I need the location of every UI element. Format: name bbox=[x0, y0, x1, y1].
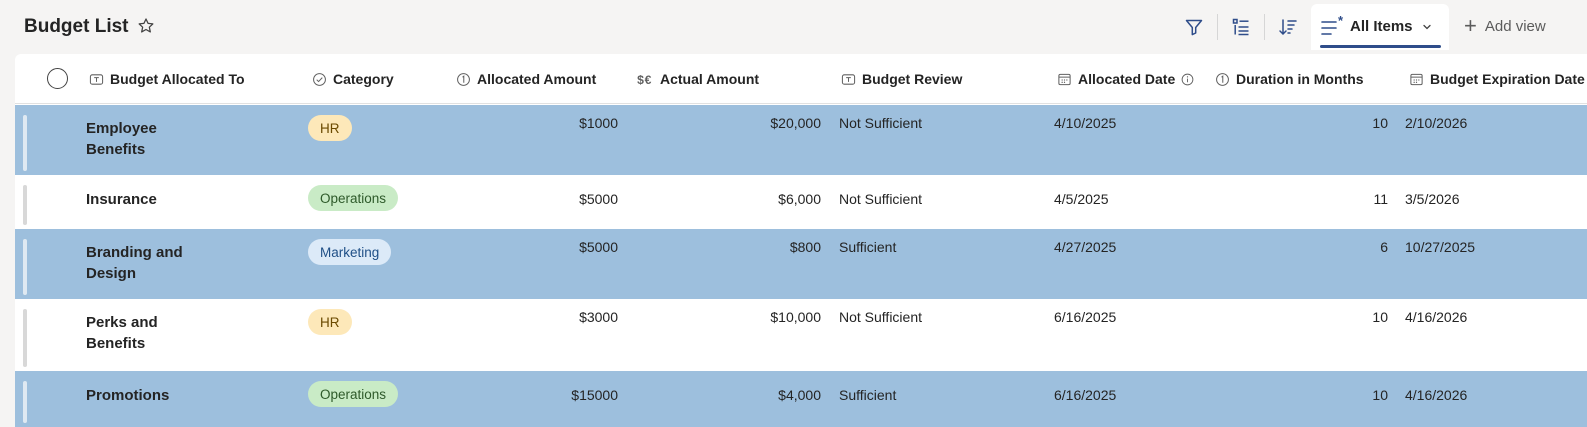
cell-duration-in-months: 11 bbox=[1373, 191, 1388, 207]
cell-actual-amount: $10,000 bbox=[770, 309, 821, 325]
row-selection-handle[interactable] bbox=[23, 185, 27, 225]
column-label: Duration in Months bbox=[1236, 71, 1364, 87]
active-view-indicator bbox=[1320, 45, 1441, 48]
cell-allocated-date: 4/5/2025 bbox=[1054, 191, 1109, 207]
cell-budget-allocated-to: Promotions bbox=[86, 387, 170, 404]
column-label: Actual Amount bbox=[660, 71, 760, 87]
row-selection-handle[interactable] bbox=[23, 381, 27, 423]
number-icon bbox=[457, 72, 470, 86]
row-selection-handle[interactable] bbox=[23, 239, 27, 295]
cell-budget-review: Sufficient bbox=[839, 387, 897, 403]
calendar-icon bbox=[1410, 73, 1423, 85]
cell-budget-expiration-date: 4/16/2026 bbox=[1405, 309, 1468, 325]
category-pill: Marketing bbox=[308, 239, 392, 265]
column-header-budget-expiration-date[interactable]: Budget Expiration Date bbox=[1409, 71, 1585, 87]
cell-budget-allocated-to: Branding and Design bbox=[86, 244, 183, 282]
column-label: Category bbox=[333, 71, 394, 87]
cell-budget-allocated-to: Employee Benefits bbox=[86, 120, 157, 158]
calendar-icon bbox=[1058, 73, 1071, 85]
svg-text:*: * bbox=[1338, 16, 1344, 28]
plus-icon: + bbox=[1464, 13, 1477, 38]
category-pill: Operations bbox=[308, 185, 399, 211]
sort-icon[interactable] bbox=[1277, 16, 1299, 38]
row-selection-handle[interactable] bbox=[23, 115, 27, 171]
column-label: Budget Allocated To bbox=[110, 71, 245, 87]
text-icon bbox=[841, 73, 856, 85]
cell-budget-allocated-to: Insurance bbox=[86, 191, 157, 208]
table-row[interactable]: Perks and Benefits HR $3000 $10,000 Not Suff… bbox=[15, 299, 1587, 371]
number-icon bbox=[1216, 72, 1229, 86]
cell-allocated-date: 6/16/2025 bbox=[1054, 309, 1117, 325]
cell-actual-amount: $800 bbox=[789, 239, 821, 255]
cell-allocated-date: 4/27/2025 bbox=[1054, 239, 1117, 255]
column-label: Allocated Date bbox=[1078, 71, 1176, 87]
cell-budget-expiration-date: 2/10/2026 bbox=[1405, 115, 1468, 131]
cell-actual-amount: $20,000 bbox=[770, 115, 821, 131]
category-pill: Operations bbox=[308, 381, 399, 407]
svg-text:$: $ bbox=[637, 73, 644, 87]
table-row[interactable]: Branding and Design Marketing $5000 $800 Suf… bbox=[15, 229, 1587, 299]
cell-budget-review: Not Sufficient bbox=[839, 309, 923, 325]
list-grid: Budget Allocated To Category Allocated A… bbox=[15, 54, 1587, 427]
cell-budget-expiration-date: 3/5/2026 bbox=[1405, 191, 1460, 207]
cell-duration-in-months: 10 bbox=[1372, 309, 1388, 325]
cell-actual-amount: $6,000 bbox=[778, 191, 821, 207]
cell-allocated-amount: $1000 bbox=[579, 115, 618, 131]
column-label: Budget Expiration Date bbox=[1430, 71, 1585, 87]
cell-duration-in-months: 10 bbox=[1372, 387, 1388, 403]
choice-icon bbox=[313, 72, 326, 86]
row-selection-handle[interactable] bbox=[23, 309, 27, 367]
column-label: Budget Review bbox=[862, 71, 963, 87]
view-label: All Items bbox=[1350, 18, 1413, 35]
column-header-actual-amount[interactable]: $ € Actual Amount bbox=[637, 71, 759, 87]
category-pill: HR bbox=[308, 309, 352, 335]
toolbar-divider bbox=[1264, 14, 1265, 40]
list-view-icon: * bbox=[1321, 13, 1347, 43]
page-title: Budget List bbox=[24, 16, 129, 37]
view-selector-all-items[interactable]: * All Items bbox=[1311, 4, 1449, 50]
column-header-row: Budget Allocated To Category Allocated A… bbox=[15, 54, 1587, 104]
cell-allocated-amount: $15000 bbox=[571, 387, 618, 403]
cell-budget-review: Sufficient bbox=[839, 239, 897, 255]
table-row[interactable]: Insurance Operations $5000 $6,000 Not Suffic… bbox=[15, 175, 1587, 229]
column-header-budget-review[interactable]: Budget Review bbox=[841, 71, 962, 87]
cell-allocated-amount: $3000 bbox=[579, 309, 618, 325]
cell-budget-review: Not Sufficient bbox=[839, 115, 923, 131]
column-header-allocated-date[interactable]: Allocated Date bbox=[1057, 71, 1194, 87]
add-view-label: Add view bbox=[1484, 17, 1546, 35]
group-by-icon[interactable] bbox=[1230, 16, 1252, 38]
table-row[interactable]: Promotions Operations $15000 $4,000 Sufficie… bbox=[15, 371, 1587, 427]
column-header-allocated-amount[interactable]: Allocated Amount bbox=[456, 71, 596, 87]
column-header-duration-in-months[interactable]: Duration in Months bbox=[1215, 71, 1364, 87]
info-icon[interactable] bbox=[1181, 73, 1194, 86]
cell-allocated-date: 4/10/2025 bbox=[1054, 115, 1117, 131]
add-view-button[interactable]: + Add view bbox=[1464, 14, 1546, 38]
cell-budget-allocated-to: Perks and Benefits bbox=[86, 314, 158, 352]
cell-allocated-date: 6/16/2025 bbox=[1054, 387, 1117, 403]
text-icon bbox=[89, 73, 104, 85]
chevron-down-icon bbox=[1421, 20, 1433, 38]
column-header-budget-allocated-to[interactable]: Budget Allocated To bbox=[89, 71, 245, 87]
cell-duration-in-months: 6 bbox=[1380, 239, 1388, 255]
column-header-category[interactable]: Category bbox=[312, 71, 394, 87]
command-bar: Budget List * All Items + Add view bbox=[0, 0, 1587, 54]
column-label: Allocated Amount bbox=[477, 71, 597, 87]
svg-text:€: € bbox=[645, 73, 652, 87]
cell-budget-review: Not Sufficient bbox=[839, 191, 923, 207]
cell-budget-expiration-date: 10/27/2025 bbox=[1405, 239, 1476, 255]
category-pill: HR bbox=[308, 115, 352, 141]
filter-icon[interactable] bbox=[1183, 16, 1205, 38]
cell-allocated-amount: $5000 bbox=[579, 239, 618, 255]
cell-allocated-amount: $5000 bbox=[579, 191, 618, 207]
favorite-star-icon[interactable] bbox=[137, 17, 155, 35]
table-row[interactable]: Employee Benefits HR $1000 $20,000 Not Suffi… bbox=[15, 105, 1587, 175]
select-all-checkbox[interactable] bbox=[47, 68, 68, 89]
currency-icon: $ € bbox=[637, 73, 652, 87]
cell-actual-amount: $4,000 bbox=[778, 387, 821, 403]
toolbar-divider bbox=[1217, 14, 1218, 40]
cell-duration-in-months: 10 bbox=[1372, 115, 1388, 131]
cell-budget-expiration-date: 4/16/2026 bbox=[1405, 387, 1468, 403]
